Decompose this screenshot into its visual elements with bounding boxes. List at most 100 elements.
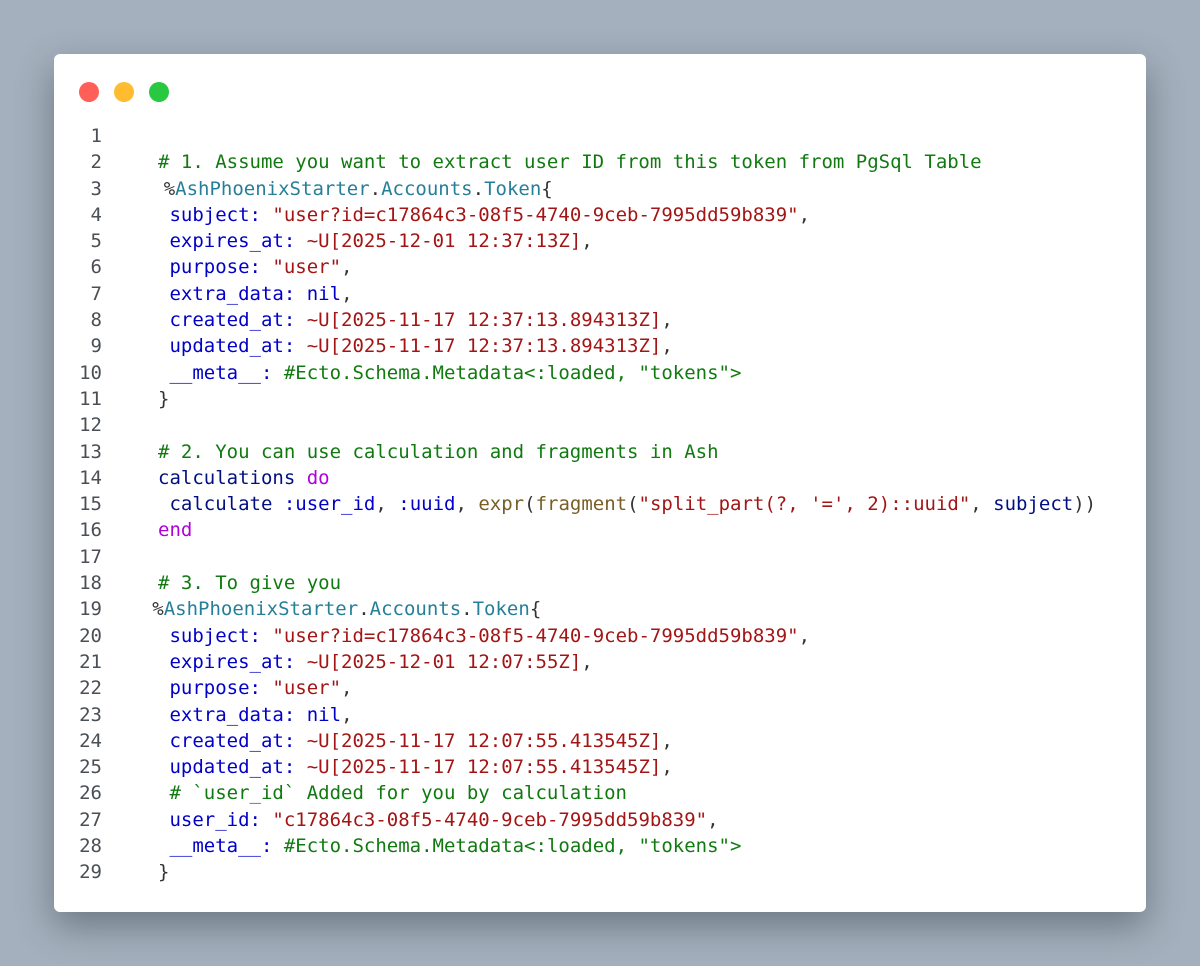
code-token: , [798,624,811,647]
code-token: # `user_id` Added for you by calculation [169,782,627,805]
code-token: ~U[2025-11-17 12:07:55.413545Z] [306,756,662,779]
line-number: 28 [79,835,102,858]
code-token: , [455,493,479,516]
code-text: created_at: ~U[2025-11-17 12:07:55.41354… [169,728,672,754]
code-line: 4 subject: "user?id=c17864c3-08f5-4740-9c… [54,202,1146,228]
code-text: __meta__: #Ecto.Schema.Metadata<:loaded,… [169,360,741,386]
code-token: , [661,756,673,779]
code-block: 1 2 # 1. Assume you want to extract user I… [54,123,1146,886]
code-token: calculate [169,493,273,516]
code-token: , [661,335,673,358]
code-text: %AshPhoenixStarter.Accounts.Token{ [152,596,541,622]
code-token: purpose: [169,677,261,700]
code-token: Accounts [369,598,462,621]
line-number: 27 [79,808,102,831]
line-number: 11 [79,387,102,410]
code-text: updated_at: ~U[2025-11-17 12:37:13.89431… [169,333,672,359]
code-token: # 3. To give you [158,572,342,595]
code-token: extra_data: [169,703,296,726]
window-controls [79,82,184,102]
code-token: , [798,203,811,226]
code-text: # 3. To give you [158,570,341,596]
code-line: 13 # 2. You can use calculation and fragm… [54,439,1146,465]
code-line: 14 calculations do [54,465,1146,491]
code-token: subject: [169,624,261,647]
line-number: 12 [79,414,102,437]
code-token: __meta__: [169,835,273,858]
line-number: 29 [79,861,102,884]
code-token: , [581,650,593,673]
line-number: 17 [79,545,102,568]
code-token: , [341,677,353,700]
line-number: 6 [90,256,102,279]
line-number: 18 [79,572,102,595]
code-text: # `user_id` Added for you by calculation [169,780,627,806]
code-token: ~U[2025-12-01 12:37:13Z] [306,230,582,253]
code-token: )) [1073,493,1097,516]
line-number: 24 [79,729,102,752]
code-text: purpose: "user", [169,675,352,701]
code-token: ~U[2025-11-17 12:07:55.413545Z] [306,729,662,752]
code-text: extra_data: nil, [169,702,352,728]
code-token: nil [306,703,342,726]
code-line: 19 %AshPhoenixStarter.Accounts.Token{ [54,596,1146,622]
code-token: extra_data: [169,282,296,305]
code-text: updated_at: ~U[2025-11-17 12:07:55.41354… [169,754,672,780]
code-token: :user_id [283,493,376,516]
code-token: ( [524,493,536,516]
code-token: calculations [158,466,296,489]
code-token: . [369,177,382,200]
code-token: , [707,808,719,831]
code-line: 12 [54,412,1146,438]
code-line: 24 created_at: ~U[2025-11-17 12:07:55.413… [54,728,1146,754]
code-token: . [461,598,473,621]
code-line: 8 created_at: ~U[2025-11-17 12:37:13.8943… [54,307,1146,333]
code-token: # 1. Assume you want to extract user ID … [158,151,982,174]
code-token: expr [478,493,525,516]
code-text: subject: "user?id=c17864c3-08f5-4740-9ce… [169,623,810,649]
code-line: 29} [54,859,1146,885]
line-number: 19 [79,598,102,621]
code-text: calculations do [158,465,330,491]
zoom-dot-icon[interactable] [149,82,169,102]
code-token: . [358,598,370,621]
code-token: , [341,256,353,279]
code-text: } [158,859,169,885]
code-text: expires_at: ~U[2025-12-01 12:37:13Z], [169,228,592,254]
code-token: "user" [272,256,342,279]
code-token: } [158,387,170,410]
code-token: % [152,598,164,621]
close-dot-icon[interactable] [79,82,99,102]
code-token: AshPhoenixStarter [163,598,359,621]
code-text: created_at: ~U[2025-11-17 12:37:13.89431… [169,307,672,333]
line-number: 5 [90,230,102,253]
code-token: subject [993,493,1074,516]
code-text: end [158,517,192,543]
code-token: . [472,177,485,200]
code-text: calculate :user_id, :uuid, expr(fragment… [169,491,1096,517]
code-line: 11} [54,386,1146,412]
line-number: 16 [79,519,102,542]
line-number: 26 [79,782,102,805]
code-token: , [341,703,353,726]
minimize-dot-icon[interactable] [114,82,134,102]
code-token: user_id: [169,808,261,831]
code-line: 27 user_id: "c17864c3-08f5-4740-9ceb-7995… [54,807,1146,833]
code-token: __meta__: [169,361,273,384]
code-line: 23 extra_data: nil, [54,702,1146,728]
code-token: purpose: [169,256,261,279]
line-number: 13 [79,440,102,463]
line-number: 20 [79,624,102,647]
line-number: 8 [90,309,102,332]
line-number: 10 [79,361,102,384]
code-token: % [163,177,176,200]
code-token: created_at: [169,309,296,332]
code-token: #Ecto.Schema.Metadata<:loaded, "tokens"> [283,835,742,858]
code-line: 18 # 3. To give you [54,570,1146,596]
code-line: 21 expires_at: ~U[2025-12-01 12:07:55Z], [54,649,1146,675]
